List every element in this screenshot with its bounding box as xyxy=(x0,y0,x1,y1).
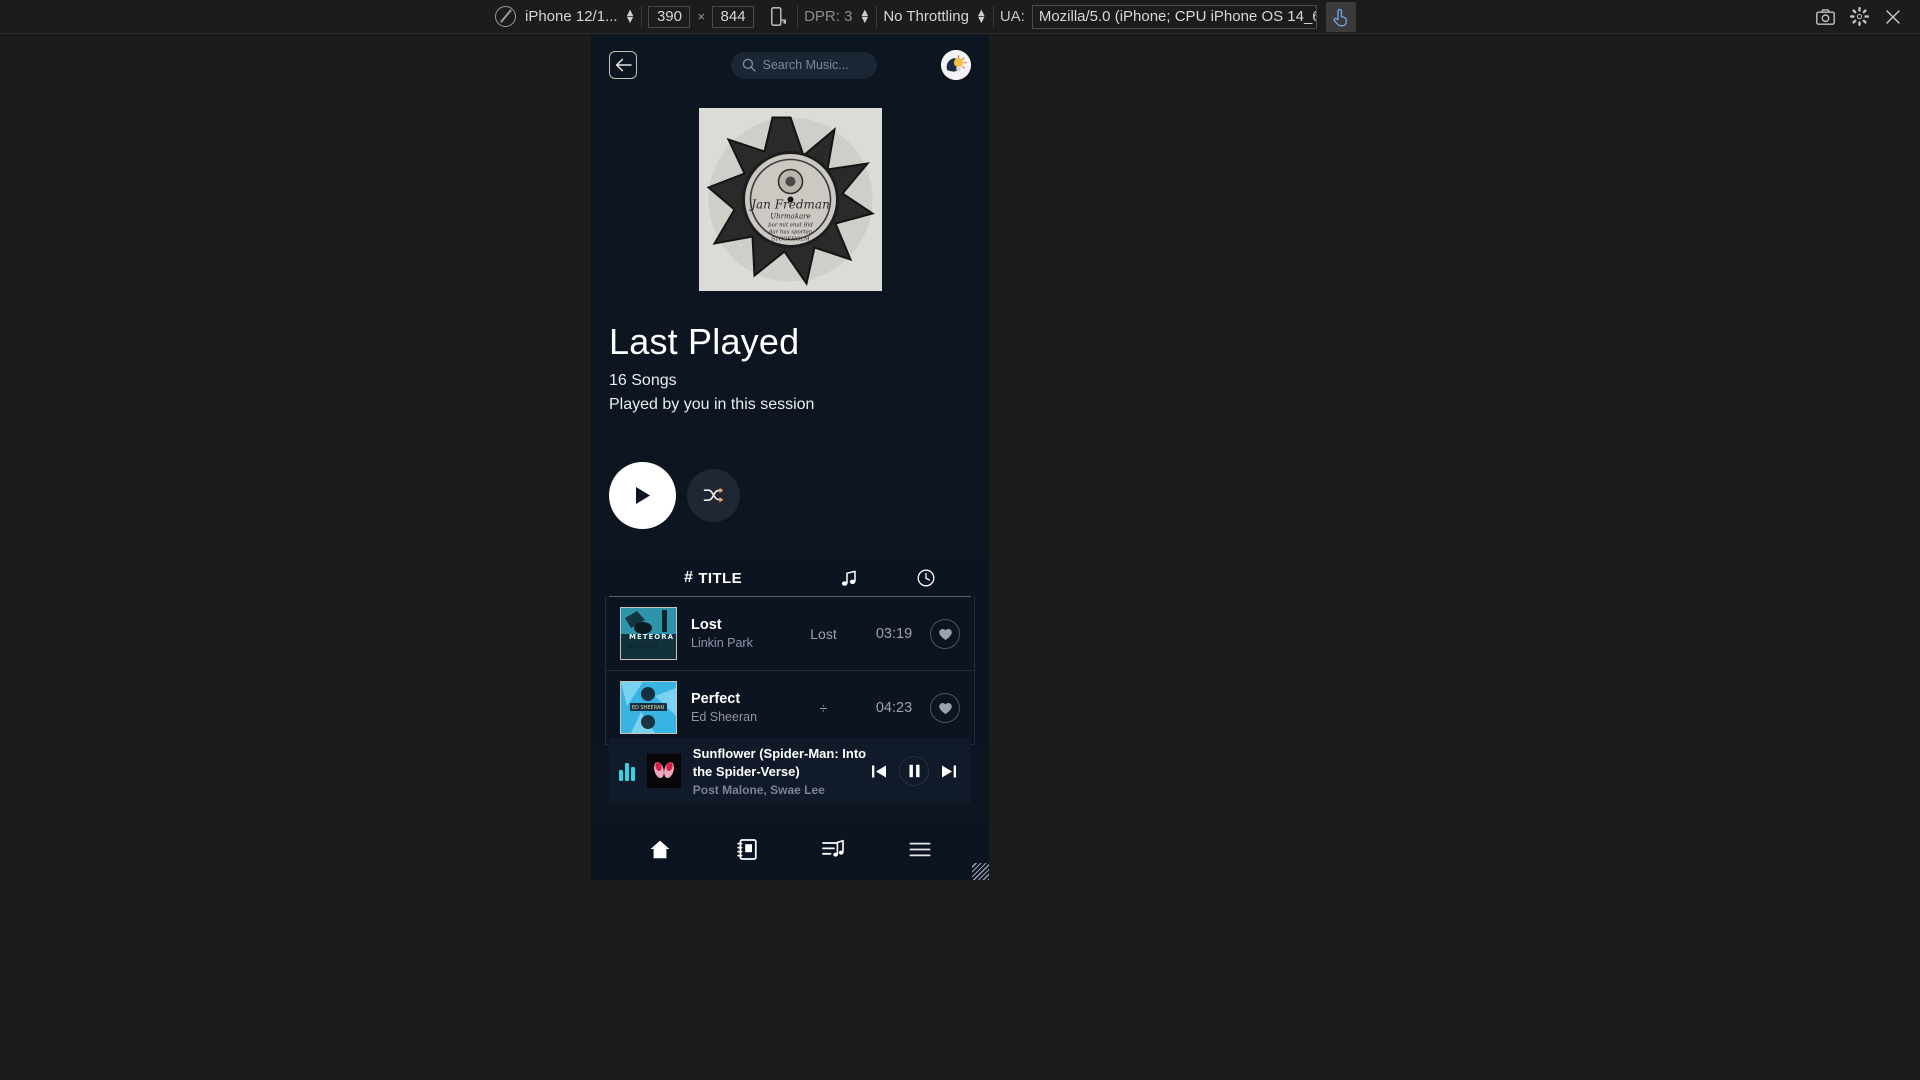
track-duration: 04:23 xyxy=(875,699,913,716)
throttling-chevron-icon[interactable]: ▲ ▼ xyxy=(976,7,987,25)
svg-text:ED SHEERAN: ED SHEERAN xyxy=(632,705,665,711)
equalizer-icon xyxy=(619,761,635,781)
svg-text:Uhrmakare: Uhrmakare xyxy=(770,213,810,221)
svg-text:STOCKHOLM: STOCKHOLM xyxy=(771,237,810,243)
table-row[interactable]: METEORA Lost Linkin Park Lost 03:19 xyxy=(605,597,975,671)
toolbar-divider-2 xyxy=(797,5,799,28)
user-agent-group: UA: Mozilla/5.0 (iPhone; CPU iPhone OS 1… xyxy=(1000,0,1317,34)
song-count: 16 Songs xyxy=(609,372,677,389)
bottom-navigation xyxy=(591,818,989,880)
devtools-device-toolbar: iPhone 12/1... ▲ ▼ 390 × 844 DPR: 3 ▲ ▼ No… xyxy=(0,0,1920,34)
music-note-icon xyxy=(799,570,899,587)
back-button[interactable] xyxy=(609,51,637,79)
close-icon[interactable] xyxy=(1876,2,1910,32)
track-info: Lost Linkin Park xyxy=(691,617,783,650)
size-separator: × xyxy=(697,9,706,24)
track-album-art: ED SHEERAN xyxy=(620,681,677,734)
track-list-header: # TITLE xyxy=(609,557,971,597)
svg-text:bor mit enat Rid: bor mit enat Rid xyxy=(768,223,813,229)
nav-playlist-button[interactable] xyxy=(814,830,852,868)
playback-controls xyxy=(867,756,961,786)
search-input[interactable]: Search Music... xyxy=(730,51,877,79)
device-name-label: iPhone 12/1... xyxy=(525,8,618,25)
page-title: Last Played xyxy=(609,321,800,362)
hamburger-icon xyxy=(909,842,931,856)
nav-menu-button[interactable] xyxy=(901,830,939,868)
track-list: # TITLE METEORA Lost Linkin Park Lost 03… xyxy=(591,557,989,749)
like-button[interactable] xyxy=(930,618,960,649)
nav-home-button[interactable] xyxy=(641,830,679,868)
track-artist: Ed Sheeran xyxy=(691,710,758,724)
clock-icon xyxy=(899,569,953,587)
track-album: Lost xyxy=(810,625,837,642)
playlist-actions xyxy=(591,462,989,529)
play-button[interactable] xyxy=(609,462,676,529)
rotate-device-icon[interactable] xyxy=(765,4,791,30)
track-album-art: METEORA xyxy=(620,607,677,660)
search-placeholder: Search Music... xyxy=(762,58,849,72)
chevron-updown-icon[interactable]: ▲ ▼ xyxy=(625,7,636,25)
nav-library-button[interactable] xyxy=(728,830,766,868)
track-title: Lost xyxy=(691,617,722,633)
playlist-description: Played by you in this session xyxy=(609,396,815,413)
previous-button[interactable] xyxy=(867,759,891,783)
playlist-hero: Jan Fredman Uhrmakare bor mit enat Rid d… xyxy=(591,86,989,414)
track-album: ÷ xyxy=(819,699,828,716)
column-index-hash: # xyxy=(684,569,694,586)
heart-icon xyxy=(938,702,952,714)
throttling-label: No Throttling xyxy=(883,8,969,25)
svg-text:METEORA: METEORA xyxy=(629,633,674,641)
pause-button[interactable] xyxy=(899,756,929,786)
toolbar-divider xyxy=(641,5,643,28)
like-button[interactable] xyxy=(930,692,960,723)
throttling-selector[interactable]: No Throttling ▲ ▼ xyxy=(883,0,987,34)
pause-icon xyxy=(909,764,919,778)
now-playing-meta: Sunflower (Spider-Man: Into the Spider-V… xyxy=(693,745,867,797)
touch-emulation-icon[interactable] xyxy=(1325,1,1356,32)
book-icon xyxy=(737,838,757,860)
dpr-label: DPR: 3 xyxy=(804,8,853,25)
track-artist: Linkin Park xyxy=(691,636,753,650)
devtools-right-actions xyxy=(1808,2,1920,32)
next-icon xyxy=(942,765,956,777)
track-duration: 03:19 xyxy=(875,625,913,642)
playlist-icon xyxy=(822,839,845,857)
svg-text:dar hus sporten: dar hus sporten xyxy=(768,230,812,236)
toolbar-divider-3 xyxy=(876,5,878,28)
no-emulation-icon xyxy=(495,6,516,27)
heart-icon xyxy=(938,628,952,640)
ua-input[interactable]: Mozilla/5.0 (iPhone; CPU iPhone OS 14_6 … xyxy=(1031,4,1317,29)
user-avatar[interactable] xyxy=(941,50,971,80)
table-row[interactable]: ED SHEERAN Perfect Ed Sheeran ÷ 04:23 xyxy=(605,671,975,745)
column-title-label: TITLE xyxy=(698,569,742,587)
now-playing-art xyxy=(646,754,681,788)
gear-icon[interactable] xyxy=(1842,2,1876,32)
toolbar-divider-4 xyxy=(992,5,994,28)
app-header: Search Music... xyxy=(591,34,989,86)
track-info: Perfect Ed Sheeran xyxy=(691,691,783,724)
playlist-cover-art: Jan Fredman Uhrmakare bor mit enat Rid d… xyxy=(698,108,882,291)
device-selector[interactable]: iPhone 12/1... ▲ ▼ xyxy=(495,0,635,34)
viewport-size-group: 390 × 844 xyxy=(648,0,791,34)
home-icon xyxy=(650,840,670,858)
viewport-width-input[interactable]: 390 xyxy=(648,5,691,28)
ua-label: UA: xyxy=(999,8,1025,25)
next-button[interactable] xyxy=(937,759,961,783)
dpr-selector[interactable]: DPR: 3 ▲ ▼ xyxy=(804,0,870,34)
previous-icon xyxy=(872,765,886,777)
camera-icon[interactable] xyxy=(1808,2,1842,32)
track-title: Perfect xyxy=(691,691,741,707)
search-icon xyxy=(742,58,756,72)
device-viewport: Search Music... Jan Fredman Uhrmakare bo… xyxy=(591,34,989,880)
now-playing-artist: Post Malone, Swae Lee xyxy=(692,782,825,797)
shuffle-button[interactable] xyxy=(687,469,740,522)
now-playing-title: Sunflower (Spider-Man: Into the Spider-V… xyxy=(692,746,867,779)
dpr-chevron-icon[interactable]: ▲ ▼ xyxy=(859,7,870,25)
column-title: # TITLE xyxy=(627,569,799,587)
now-playing-bar: Sunflower (Spider-Man: Into the Spider-V… xyxy=(609,738,971,804)
viewport-height-input[interactable]: 844 xyxy=(712,5,755,28)
